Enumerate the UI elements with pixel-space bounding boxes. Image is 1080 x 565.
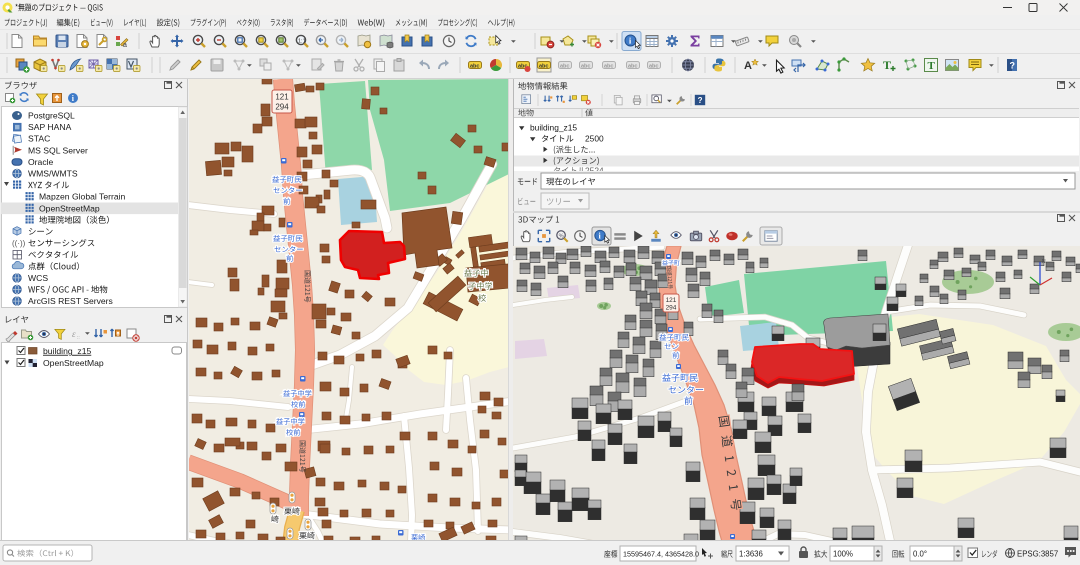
svg-text:294: 294 [666,305,677,312]
svg-text:::: :: [77,335,80,341]
svg-text:abc: abc [604,63,613,69]
svg-text:WCS: WCS [28,273,48,283]
svg-text:building_z15: building_z15 [43,346,91,356]
svg-text:294: 294 [275,103,289,112]
svg-text:EPSG:3857: EPSG:3857 [1017,550,1058,559]
svg-text:100%: 100% [833,550,853,559]
svg-text:15595467.4, 4365428.0: 15595467.4, 4365428.0 [623,550,699,559]
svg-text:%: % [559,233,564,239]
svg-text:a: a [123,42,127,49]
svg-text:Oracle: Oracle [28,157,54,167]
svg-text:abc: abc [628,63,637,69]
svg-text:SAP HANA: SAP HANA [28,122,72,132]
svg-text:T: T [883,58,891,72]
svg-text:ArcGIS REST Servers: ArcGIS REST Servers [28,296,113,306]
svg-text:?: ? [698,96,703,105]
svg-text:abc: abc [560,63,569,69]
svg-text:T: T [928,60,936,72]
svg-text:OpenStreetMap: OpenStreetMap [39,203,100,213]
svg-text:2500: 2500 [585,134,604,144]
svg-text:?: ? [1010,61,1016,71]
svg-text:Mapzen Global Terrain: Mapzen Global Terrain [39,192,126,202]
svg-text:abc: abc [581,63,590,69]
svg-text:1:3636: 1:3636 [739,550,763,559]
svg-text:N: N [1042,259,1046,265]
svg-text:ε: ε [72,329,76,339]
svg-text:((·)): ((·)) [12,239,26,248]
svg-text:building_z15: building_z15 [530,123,577,133]
svg-text:STAC: STAC [28,134,50,144]
svg-text:PostgreSQL: PostgreSQL [28,111,75,121]
svg-text:OpenStreetMap: OpenStreetMap [43,358,104,368]
svg-text:121: 121 [275,93,289,102]
svg-text:A: A [744,60,752,72]
svg-text:abc: abc [539,63,548,69]
svg-text:MS SQL Server: MS SQL Server [28,145,88,155]
svg-text:0.0°: 0.0° [913,550,927,559]
svg-text:121: 121 [666,297,677,304]
svg-text:abc: abc [470,63,479,69]
svg-text:abc: abc [649,63,658,69]
svg-text:WMS/WMTS: WMS/WMTS [28,169,78,179]
